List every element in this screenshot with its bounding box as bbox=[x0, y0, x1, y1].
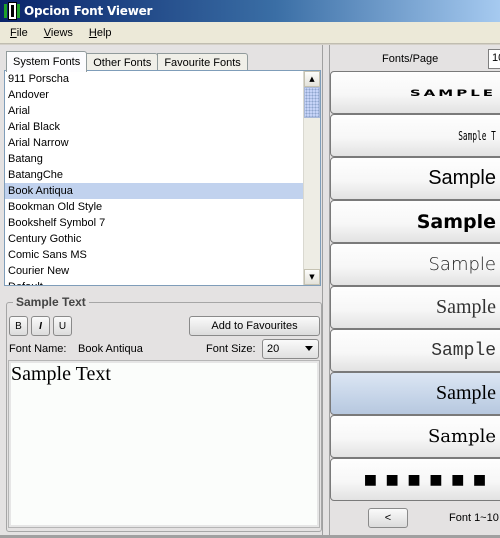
bold-button[interactable]: B bbox=[9, 316, 28, 336]
panel-splitter[interactable] bbox=[322, 45, 330, 538]
font-preview-item-selected[interactable]: Sample bbox=[330, 372, 500, 415]
font-list-item[interactable]: Bookman Old Style bbox=[5, 199, 303, 215]
fonts-per-page-input[interactable]: 10 bbox=[488, 49, 500, 69]
underline-button[interactable]: U bbox=[53, 316, 72, 336]
font-list-item[interactable]: Comic Sans MS bbox=[5, 247, 303, 263]
tab-system-fonts[interactable]: System Fonts bbox=[6, 51, 88, 72]
font-name-label: Font Name: bbox=[9, 343, 67, 355]
font-preview-item[interactable]: ■■■■■■ bbox=[330, 458, 500, 501]
font-list-item[interactable]: Bookshelf Symbol 7 bbox=[5, 215, 303, 231]
font-preview-item[interactable]: Sample T bbox=[330, 114, 500, 157]
menu-views[interactable]: Views bbox=[34, 27, 79, 39]
scroll-thumb[interactable] bbox=[304, 87, 320, 118]
triangle-up-icon: ▲ bbox=[309, 75, 315, 83]
font-list-scrollbar[interactable]: ▲ ▼ bbox=[303, 71, 320, 285]
font-preview-list: SAMPLE Sample T Sample Sample Sample Sam… bbox=[330, 71, 500, 501]
font-preview-item[interactable]: Sample bbox=[330, 329, 500, 372]
font-preview-item[interactable]: SAMPLE bbox=[330, 71, 500, 114]
font-preview-item[interactable]: Sample bbox=[330, 157, 500, 200]
font-size-value: 20 bbox=[267, 343, 280, 355]
sample-text-group-title: Sample Text bbox=[13, 295, 89, 309]
font-size-select[interactable]: 20 bbox=[262, 339, 319, 359]
menu-bar: File Views Help bbox=[0, 22, 500, 44]
font-list-item[interactable]: Arial bbox=[5, 103, 303, 119]
font-list-item[interactable]: Century Gothic bbox=[5, 231, 303, 247]
sample-text-area[interactable]: Sample Text bbox=[8, 360, 320, 528]
triangle-down-icon: ▼ bbox=[309, 273, 315, 281]
left-panel: System Fonts Other Fonts Favourite Fonts… bbox=[0, 45, 328, 538]
scroll-down-button[interactable]: ▼ bbox=[304, 269, 320, 285]
chevron-down-icon bbox=[305, 346, 313, 351]
font-list-item-selected[interactable]: Book Antiqua bbox=[5, 183, 303, 199]
font-list-item[interactable]: Arial Black bbox=[5, 119, 303, 135]
fonts-per-page-label: Fonts/Page bbox=[382, 53, 439, 65]
font-size-label: Font Size: bbox=[206, 343, 256, 355]
menu-help[interactable]: Help bbox=[79, 27, 118, 39]
sample-text-group: Sample Text B I U Add to Favourites Font… bbox=[6, 295, 322, 532]
font-list-item[interactable]: Batang bbox=[5, 151, 303, 167]
font-list-item[interactable]: Default bbox=[5, 279, 303, 285]
font-name-value: Book Antiqua bbox=[78, 343, 143, 355]
italic-button[interactable]: I bbox=[31, 316, 50, 336]
preview-panel: Fonts/Page 10 SAMPLE Sample T Sample Sam… bbox=[330, 45, 500, 538]
scroll-up-button[interactable]: ▲ bbox=[304, 71, 320, 87]
window-title: Opcion Font Viewer bbox=[24, 4, 153, 18]
font-list-item[interactable]: BatangChe bbox=[5, 167, 303, 183]
menu-file[interactable]: File bbox=[0, 27, 34, 39]
font-list[interactable]: 911 Porscha Andover Arial Arial Black Ar… bbox=[4, 70, 321, 286]
page-status: Font 1~10 bbox=[449, 512, 499, 524]
font-list-item[interactable]: Arial Narrow bbox=[5, 135, 303, 151]
title-bar: Opcion Font Viewer bbox=[0, 0, 500, 22]
font-preview-item[interactable]: Sample bbox=[330, 243, 500, 286]
font-list-item[interactable]: 911 Porscha bbox=[5, 71, 303, 87]
font-preview-item[interactable]: Sample bbox=[330, 286, 500, 329]
font-preview-item[interactable]: Sample bbox=[330, 200, 500, 243]
font-preview-item[interactable]: Sample bbox=[330, 415, 500, 458]
font-source-tabs: System Fonts Other Fonts Favourite Fonts bbox=[6, 50, 248, 72]
font-list-item[interactable]: Andover bbox=[5, 87, 303, 103]
app-logo-icon bbox=[4, 2, 20, 20]
font-list-item[interactable]: Courier New bbox=[5, 263, 303, 279]
add-to-favourites-button[interactable]: Add to Favourites bbox=[189, 316, 320, 336]
previous-page-button[interactable]: < bbox=[368, 508, 408, 528]
